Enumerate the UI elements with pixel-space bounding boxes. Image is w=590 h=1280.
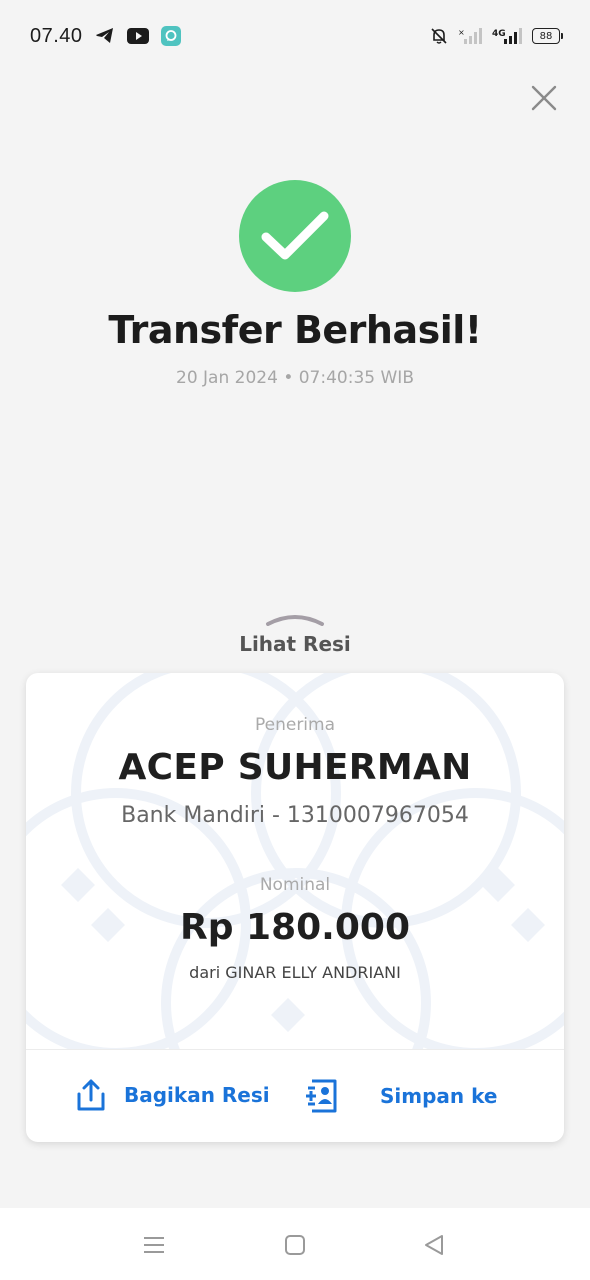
receipt-card: Penerima ACEP SUHERMAN Bank Mandiri - 13…	[26, 673, 564, 1142]
status-left: 07.40	[30, 25, 181, 48]
battery-icon: 88	[532, 28, 563, 44]
menu-icon	[144, 1237, 164, 1253]
signal-icon: ×	[458, 27, 482, 45]
share-receipt-button[interactable]: Bagikan Resi	[76, 1078, 270, 1112]
bank-account: Bank Mandiri - 1310007967054	[121, 803, 469, 828]
share-receipt-label: Bagikan Resi	[124, 1083, 270, 1107]
sender-info: dari GINAR ELLY ANDRIANI	[189, 963, 401, 982]
system-nav-bar	[0, 1208, 590, 1280]
page-title: Transfer Berhasil!	[108, 308, 482, 352]
back-button[interactable]	[421, 1232, 447, 1258]
home-button[interactable]	[282, 1232, 308, 1258]
mute-bell-icon	[430, 27, 448, 45]
telegram-icon	[95, 27, 115, 45]
battery-level: 88	[539, 30, 553, 42]
close-icon	[531, 85, 557, 111]
chevron-up-icon	[266, 615, 324, 626]
network-label: 4G	[492, 29, 506, 39]
home-square-icon	[285, 1235, 305, 1255]
close-button[interactable]	[526, 80, 562, 116]
amount-label: Nominal	[259, 875, 331, 895]
youtube-icon	[126, 28, 149, 44]
status-bar: 07.40 × 4G 88	[0, 0, 590, 72]
chat-app-icon	[160, 26, 181, 46]
success-check-icon	[239, 180, 351, 292]
svg-text:×: ×	[458, 28, 465, 37]
transfer-datetime: 20 Jan 2024 • 07:40:35 WIB	[176, 368, 414, 388]
receipt-details: Penerima ACEP SUHERMAN Bank Mandiri - 13…	[26, 673, 564, 1049]
recipient-name: ACEP SUHERMAN	[118, 747, 472, 788]
status-right: × 4G 88	[430, 27, 563, 45]
status-time: 07.40	[30, 24, 83, 47]
share-icon	[77, 1079, 105, 1111]
view-receipt-toggle[interactable]: Lihat Resi	[0, 612, 590, 662]
save-to-label: Simpan ke	[380, 1084, 498, 1108]
receipt-actions: Bagikan Resi Simpan ke	[26, 1050, 564, 1142]
back-triangle-icon	[425, 1235, 443, 1255]
save-to-button[interactable]: Simpan ke	[304, 1078, 497, 1114]
signal-4g-icon: 4G	[492, 27, 522, 45]
save-contact-icon	[306, 1079, 337, 1113]
transfer-amount: Rp 180.000	[180, 907, 410, 948]
view-receipt-label: Lihat Resi	[239, 632, 351, 656]
recent-apps-button[interactable]	[141, 1232, 167, 1258]
recipient-label: Penerima	[254, 715, 336, 735]
